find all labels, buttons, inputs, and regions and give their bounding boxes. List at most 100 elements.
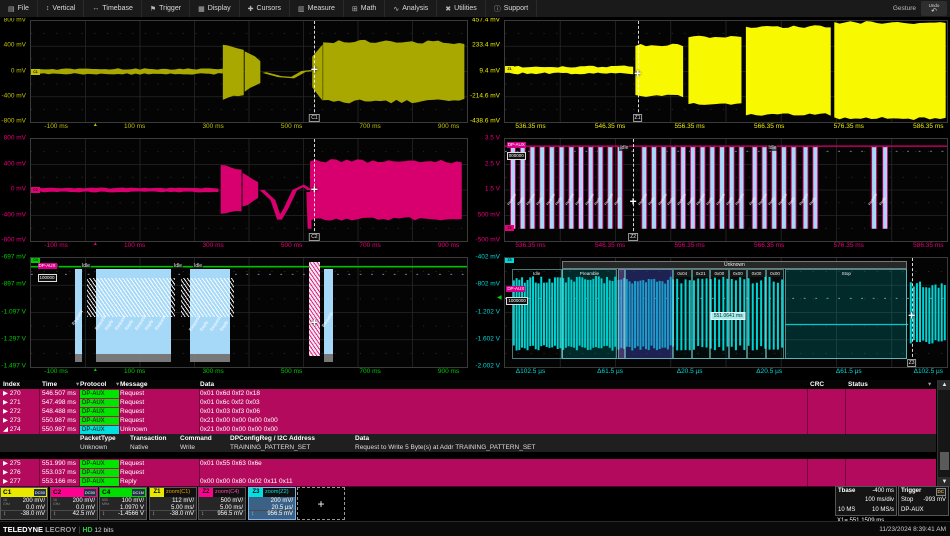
grid-z1-plot[interactable]: Z1+Z1 [504,20,948,123]
add-trace-button[interactable]: + [297,487,345,520]
analysis-icon: ∿ [393,5,399,13]
table-scrollbar[interactable]: ▲▼ [937,380,950,487]
descriptor-c2[interactable]: C2DC5016GHz200 mV/0.0 mV↕42.5 mV [50,487,98,520]
menu-item-timebase[interactable]: ↔Timebase [84,0,141,17]
decode-segment: 0x21 [692,269,711,359]
row-protocol: DP-AUX [80,460,119,468]
menu-item-label: Analysis [402,5,428,12]
display-icon: ▦ [198,5,205,13]
row-data: 0x01 0x03 0xf3 0x06 [200,407,806,416]
table-header-crc[interactable]: CRC [810,380,824,389]
y-axis-label: 233.4 mV [470,42,500,49]
table-header-message[interactable]: Message [120,380,147,389]
table-header-data[interactable]: Data [200,380,214,389]
menu-item-cursors[interactable]: ✚Cursors [240,0,290,17]
scroll-thumb[interactable] [940,452,949,470]
table-header-protocol[interactable]: Protocol [80,380,106,389]
channel-tag-z2: Z2 [505,225,514,231]
menu-item-file[interactable]: ▤File [0,0,38,17]
row-message: Request [120,389,198,398]
decode-segment: Idle [512,269,562,359]
menu-item-utilities[interactable]: ✖Utilities [437,0,485,17]
cursor-crosshair[interactable]: + [634,66,641,80]
x-axis-label: 900 ms [438,123,459,130]
undo-button[interactable]: Undo↶ [921,1,947,16]
menu-item-display[interactable]: ▦Display [190,0,240,17]
table-header-status[interactable]: Status [848,380,868,389]
detail-value: Request to Write 5 Byte(s) at Addr TRAIN… [355,443,536,452]
x-axis-label: 900 ms [438,368,459,375]
y-axis-label: 400 mV [0,42,26,49]
grid-z3-plot[interactable]: UnknownIdlePreamble0x040x210x000x000x000… [504,257,948,368]
zoom-source: zoom(C1) [166,488,190,497]
grid-z2-plot[interactable]: RequestReplyRequestReplyRequestReplyRequ… [504,138,948,242]
row-protocol: DP-AUX [80,426,119,434]
grid-c4-plot[interactable]: IdleIdleIdleIdleDP-AUX100000RequestReque… [30,257,468,368]
timebase-offset: -400 ms [872,487,894,496]
coupling-badge: DC1M [132,489,145,496]
menu-item-analysis[interactable]: ∿Analysis [385,0,437,17]
bottom-value: 956.5 mV [217,511,243,518]
y-axis-label: 9.4 mV [470,67,500,74]
sort-icon[interactable]: ▾ [116,380,119,389]
menu-item-label: Display [208,5,231,12]
row-data: 0x01 0x6c 0xf2 0x03 [200,398,806,407]
row-index: ▶ 271 [3,398,38,407]
grid-c1-plot[interactable]: C1+C1 [30,20,468,123]
decode-text-block [181,278,234,317]
y-axis-label: -400 mV [0,211,26,218]
cursor-label: C1 [309,114,319,122]
cursor-crosshair[interactable]: + [311,182,318,196]
cursor-crosshair[interactable]: + [311,316,318,330]
idle-label: Idle [619,145,629,151]
menu-item-vertical[interactable]: ↕Vertical [38,0,84,17]
x-axis-label: Δ20.5 µs [756,368,782,375]
row-message: Reply [120,477,198,486]
grid-z3: UnknownIdlePreamble0x040x210x000x000x000… [470,254,950,380]
decode-segment-label: 0x00 [767,270,784,277]
menu-item-label: Cursors [257,5,282,12]
timebase-title: Tbase [838,487,855,496]
menu-item-measure[interactable]: ▥Measure [290,0,344,17]
y-axis-label: -1.297 V [0,335,26,342]
sort-icon[interactable]: ▾ [76,380,79,389]
descriptor-z1[interactable]: Z1zoom(C1)112 mV/5.00 ms/↕-38.0 mV [149,487,197,520]
row-index: ▶ 276 [3,468,38,477]
x-axis-label: 300 ms [202,242,223,249]
trigger-box[interactable]: TriggerDCStop-993 mVDP-AUX [898,486,949,516]
coupling-badge: DC50 [34,489,46,496]
math-icon: ⊞ [352,5,358,13]
descriptor-c4[interactable]: C4DC1M600MHz100 mV/1.0970 V↕-1.4566 V [99,487,147,520]
x-axis-label: 700 ms [359,368,380,375]
y-axis-label: -438.6 mV [470,118,500,125]
expanded-detail-block: PacketTypeTransactionCommandDPConfigReg … [0,434,936,452]
trigger-position-marker: ▲ [93,367,98,373]
descriptor-z2[interactable]: Z2zoom(C4)500 mV/5.00 ms/↕956.5 mV [198,487,246,520]
menu-item-math[interactable]: ⊞Math [344,0,385,17]
scroll-up-button[interactable]: ▲ [938,380,950,390]
cursors-icon: ✚ [248,5,254,13]
scale-value: 200 mV/ [23,498,45,505]
timebase-scale: 100 ms/div [865,496,894,505]
x-axis-label: 300 ms [202,123,223,130]
descriptor-id: Z2 [199,488,213,497]
table-header-time[interactable]: Time [42,380,57,389]
decoder-chip: 000000 [507,152,526,160]
table-header-index[interactable]: Index [3,380,20,389]
y-axis-label: 2.5 V [470,160,500,167]
table-row[interactable]: ▶ 277553.166 msDP-AUXReply0x00 0x00 0x80… [0,477,936,487]
timebase-box[interactable]: Tbase-400 ms100 ms/div10 MS10 MS/s [835,486,897,516]
x-axis-label: 500 ms [281,123,302,130]
descriptor-c1[interactable]: C1DC5016GHz200 mV/0.0 mV↕-38.0 mV [0,487,48,520]
menu-item-trigger[interactable]: ⚑Trigger [142,0,190,17]
cursor-crosshair[interactable]: + [311,63,318,77]
row-data: 0x01 0x6d 0xf2 0x18 [200,389,806,398]
grid-c2-plot[interactable]: C2+C2 [30,138,468,242]
menu-item-support[interactable]: ⓘSupport [486,0,538,17]
descriptor-z3[interactable]: Z3zoom(Z2)200 mV/20.5 µs/↕956.5 mV [248,487,296,520]
cursor-line[interactable] [633,139,634,241]
cursor-label: C2 [309,233,319,241]
cursor-crosshair[interactable]: + [908,308,915,322]
sort-icon[interactable]: ▾ [928,380,931,389]
cursor-crosshair[interactable]: + [630,195,637,209]
